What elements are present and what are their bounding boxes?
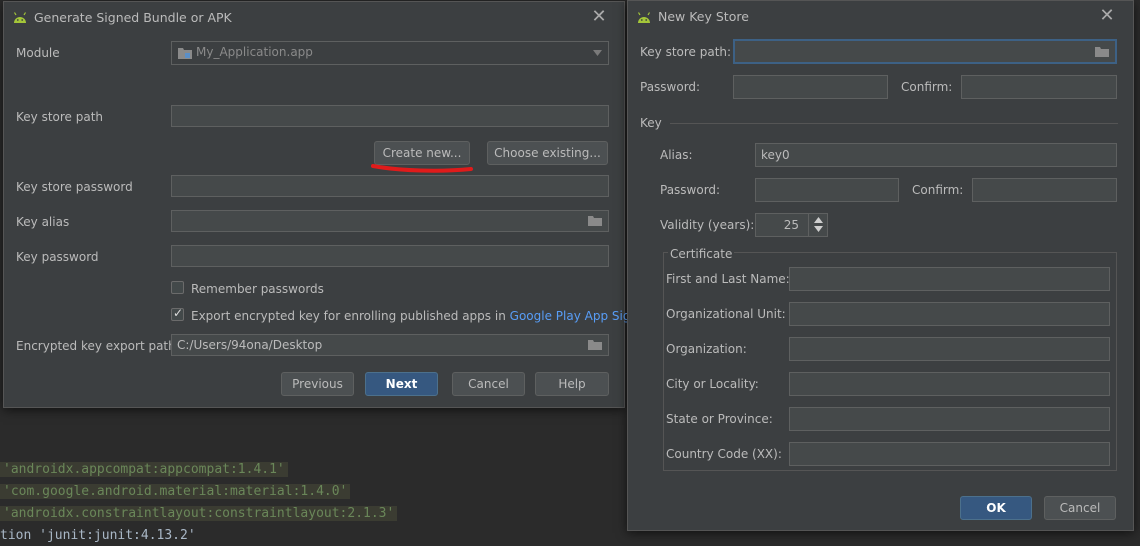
folder-icon[interactable] [1095,46,1109,57]
city-input[interactable] [789,372,1110,396]
dialog-title: New Key Store [658,9,749,24]
checkmark-icon: ✓ [173,306,184,320]
module-dropdown[interactable]: My_Application.app [171,41,609,65]
keystore-confirm-input[interactable] [961,75,1117,99]
key-confirm-input[interactable] [972,178,1117,202]
validity-label: Validity (years): [660,218,755,232]
key-alias-input[interactable] [171,210,609,232]
module-label: Module [16,46,60,60]
keystore-path-label: Key store path [16,110,104,124]
key-alias-label: Key alias [16,215,70,229]
country-code-label: Country Code (XX): [666,447,782,461]
chevron-down-icon[interactable] [814,226,823,232]
key-password-label: Key password [16,250,99,264]
cancel-button[interactable]: Cancel [1044,496,1116,520]
org-unit-label: Organizational Unit: [666,307,786,321]
code-line: 'androidx.appcompat:appcompat:1.4.1' [0,460,288,480]
first-last-name-input[interactable] [789,267,1110,291]
dialog-titlebar: New Key Store ✕ [628,1,1133,31]
code-line: 'androidx.constraintlayout:constraintlay… [0,504,398,524]
city-label: City or Locality: [666,377,759,391]
key-section-label: Key [640,116,662,130]
android-icon [13,12,27,23]
previous-button[interactable]: Previous [281,372,354,396]
folder-icon[interactable] [588,339,602,350]
module-value: My_Application.app [196,45,313,59]
keystore-password-input[interactable] [171,175,609,197]
keystore-path-input[interactable] [733,39,1117,64]
organization-label: Organization: [666,342,747,356]
android-icon [637,12,651,23]
section-divider [670,123,1118,124]
keystore-path-input[interactable] [171,105,609,127]
remember-passwords-label: Remember passwords [191,282,324,296]
encrypted-export-path-label: Encrypted key export path [16,339,176,353]
keystore-confirm-label: Confirm: [901,80,953,94]
code-line: tion 'junit:junit:4.13.2' [0,528,196,543]
choose-existing-button[interactable]: Choose existing... [487,141,608,165]
organization-input[interactable] [789,337,1110,361]
org-unit-input[interactable] [789,302,1110,326]
keystore-password-label: Password: [640,80,701,94]
code-line: 'com.google.android.material:material:1.… [0,482,351,502]
ok-button[interactable]: OK [960,496,1032,520]
country-code-input[interactable] [789,442,1110,466]
key-password-label: Password: [660,183,721,197]
state-label: State or Province: [666,412,773,426]
next-button[interactable]: Next [365,372,438,396]
export-encrypted-checkbox[interactable]: ✓ [171,306,184,321]
alias-input[interactable]: key0 [755,143,1117,167]
close-icon[interactable]: ✕ [589,7,609,27]
certificate-label: Certificate [668,247,735,261]
keystore-password-input[interactable] [733,75,888,99]
cancel-button[interactable]: Cancel [452,372,525,396]
keystore-password-label: Key store password [16,180,133,194]
alias-label: Alias: [660,148,693,162]
generate-signed-bundle-dialog: Generate Signed Bundle or APK ✕ Module M… [3,1,657,408]
close-icon[interactable]: ✕ [1097,6,1117,26]
key-password-input[interactable] [755,178,899,202]
dialog-title: Generate Signed Bundle or APK [34,10,232,25]
new-key-store-dialog: New Key Store ✕ Key store path: Password… [627,0,1134,531]
keystore-path-label: Key store path: [640,45,732,59]
red-underline-annotation [371,164,473,173]
state-input[interactable] [789,407,1110,431]
chevron-up-icon[interactable] [814,217,823,223]
help-button[interactable]: Help [535,372,609,396]
first-last-name-label: First and Last Name: [666,272,790,286]
remember-passwords-checkbox[interactable] [171,281,184,294]
dialog-titlebar: Generate Signed Bundle or APK ✕ [4,2,624,32]
spinner-arrows [808,214,828,236]
key-password-input[interactable] [171,245,609,267]
folder-icon[interactable] [588,215,602,226]
chevron-down-icon [593,50,602,56]
encrypted-export-path-input[interactable]: C:/Users/94ona/Desktop [171,334,609,356]
module-folder-icon [178,48,192,59]
export-encrypted-text: Export encrypted key for enrolling publi… [191,309,657,323]
key-confirm-label: Confirm: [912,183,964,197]
